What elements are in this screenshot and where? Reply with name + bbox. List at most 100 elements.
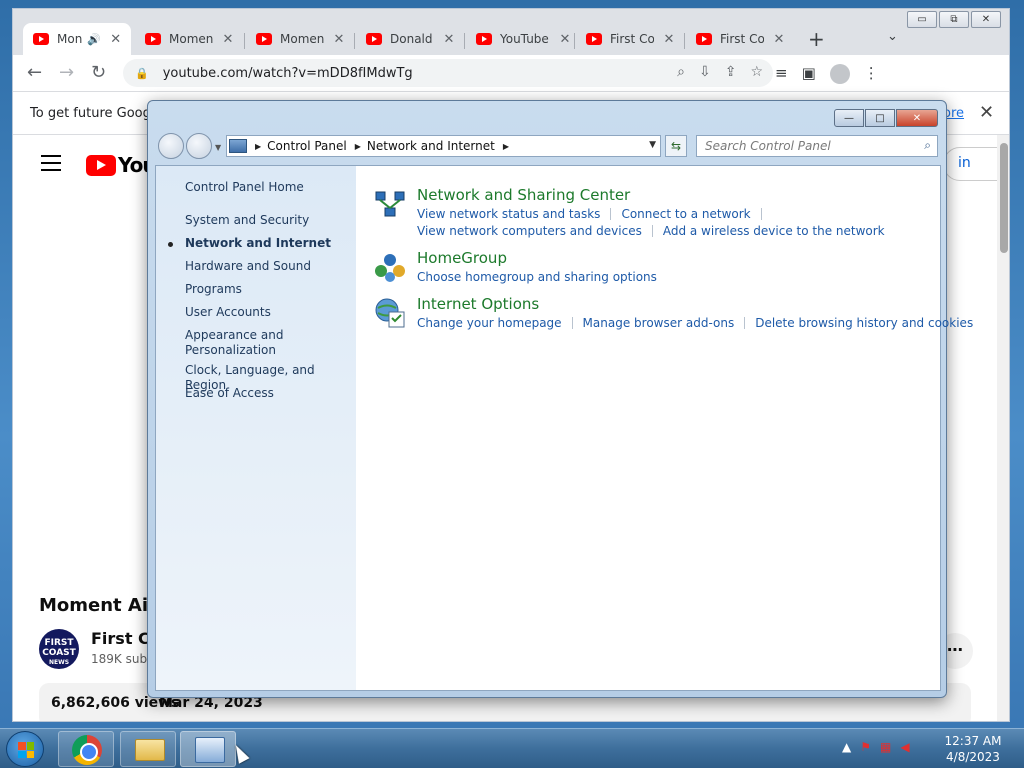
tab-label: First Coa: [610, 32, 654, 46]
category-title-network-sharing[interactable]: Network and Sharing Center: [417, 186, 630, 204]
link-connect-network[interactable]: Connect to a network: [621, 207, 750, 221]
tab-6[interactable]: First Coa ✕: [576, 23, 684, 55]
breadcrumb-network-and-internet[interactable]: Network and Internet: [367, 139, 495, 153]
sidebar-item-user-accounts[interactable]: User Accounts: [185, 305, 350, 320]
channel-avatar[interactable]: FIRST COAST NEWS: [39, 629, 79, 669]
system-tray: ▲ ⚑ ▦ ◀: [842, 740, 910, 754]
tab-divider: [684, 33, 685, 49]
taskbar-explorer-button[interactable]: [120, 731, 176, 767]
internet-options-icon[interactable]: [374, 297, 406, 329]
category-title-internet-options[interactable]: Internet Options: [417, 295, 539, 313]
back-button[interactable]: [158, 133, 184, 159]
tab-3[interactable]: Moment ✕: [246, 23, 354, 55]
tab-close-icon[interactable]: ✕: [662, 32, 676, 47]
tab-close-icon[interactable]: ✕: [772, 32, 786, 47]
youtube-favicon-icon: [476, 33, 492, 45]
audio-playing-icon[interactable]: 🔊: [87, 33, 101, 46]
tab-1[interactable]: Mon 🔊 ✕: [23, 23, 131, 55]
tab-close-icon[interactable]: ✕: [221, 32, 235, 47]
chrome-close-button[interactable]: ✕: [971, 11, 1001, 28]
cp-close-button[interactable]: ✕: [896, 109, 938, 127]
network-icon[interactable]: [374, 188, 406, 220]
volume-muted-icon[interactable]: ◀: [900, 740, 909, 754]
tab-4[interactable]: Donald T ✕: [356, 23, 464, 55]
sidebar-item-network-and-internet[interactable]: Network and Internet: [185, 236, 350, 251]
breadcrumb-arrow-icon[interactable]: ▶: [355, 142, 361, 151]
breadcrumb-arrow-icon[interactable]: ▶: [503, 142, 509, 151]
youtube-logo[interactable]: You: [86, 153, 157, 177]
breadcrumb-arrow-icon[interactable]: ▶: [255, 142, 261, 151]
search-icon[interactable]: ⌕: [924, 138, 931, 153]
taskbar-control-panel-button[interactable]: [180, 731, 236, 767]
info-bar-close-icon[interactable]: ✕: [979, 102, 994, 123]
address-url[interactable]: youtube.com/watch?v=mDD8fIMdwTg: [163, 66, 413, 81]
sidebar-item-system-and-security[interactable]: System and Security: [185, 213, 350, 228]
back-arrow-icon[interactable]: ←: [27, 62, 42, 83]
cp-main-panel: Network and Sharing Center View network …: [356, 166, 973, 690]
tab-label: Mon: [57, 32, 83, 46]
tab-5[interactable]: YouTube ✕: [466, 23, 574, 55]
forward-button[interactable]: [186, 133, 212, 159]
tab-close-icon[interactable]: ✕: [332, 32, 346, 47]
profile-avatar-icon[interactable]: [829, 64, 850, 84]
category-links-row: View network computers and devices Add a…: [417, 224, 885, 238]
address-dropdown-icon[interactable]: ▼: [649, 140, 656, 150]
install-app-icon[interactable]: ⇩: [699, 64, 711, 80]
link-manage-addons[interactable]: Manage browser add-ons: [583, 316, 735, 330]
side-panel-icon[interactable]: ▣: [802, 64, 816, 84]
action-center-icon[interactable]: ⚑: [860, 740, 871, 754]
sidebar-item-appearance[interactable]: Appearance and Personalization: [185, 328, 305, 358]
share-icon[interactable]: ⇪: [725, 64, 737, 80]
cp-search-input[interactable]: Search Control Panel ⌕: [696, 135, 938, 157]
homegroup-icon[interactable]: [374, 251, 406, 283]
link-add-wireless-device[interactable]: Add a wireless device to the network: [663, 224, 885, 238]
link-homegroup-options[interactable]: Choose homegroup and sharing options: [417, 270, 657, 284]
channel-logo-text: FIRST: [44, 638, 74, 648]
link-view-network-computers[interactable]: View network computers and devices: [417, 224, 642, 238]
tray-expand-icon[interactable]: ▲: [842, 740, 851, 754]
refresh-icon[interactable]: ⇆: [665, 135, 687, 157]
chrome-menu-icon[interactable]: ⋮: [864, 64, 879, 84]
start-button[interactable]: [6, 731, 44, 767]
bookmark-star-icon[interactable]: ☆: [750, 64, 763, 80]
forward-arrow-icon[interactable]: →: [59, 62, 74, 83]
category-title-homegroup[interactable]: HomeGroup: [417, 249, 507, 267]
cp-content: Control Panel Home System and Security N…: [155, 165, 973, 691]
tab-close-icon[interactable]: ✕: [109, 32, 123, 47]
taskbar-chrome-button[interactable]: [58, 731, 114, 767]
media-control-icon[interactable]: ≡: [775, 64, 788, 84]
system-clock[interactable]: 12:37 AM 4/8/2023: [938, 733, 1008, 765]
sidebar-item-programs[interactable]: Programs: [185, 282, 350, 297]
scrollbar-thumb[interactable]: [1000, 143, 1008, 253]
cp-maximize-button[interactable]: □: [865, 109, 895, 127]
reload-icon[interactable]: ↻: [91, 62, 106, 83]
chrome-restore-button[interactable]: ⧉: [939, 11, 969, 28]
lock-icon[interactable]: 🔒: [135, 67, 149, 80]
channel-subscribers: 189K subs: [91, 652, 154, 666]
tab-close-icon[interactable]: ✕: [558, 32, 572, 47]
tab-7[interactable]: First Coa ✕: [686, 23, 794, 55]
hamburger-menu-icon[interactable]: [41, 155, 61, 176]
sidebar-item-hardware-and-sound[interactable]: Hardware and Sound: [185, 259, 350, 274]
category-links-row: Change your homepage Manage browser add-…: [417, 316, 973, 330]
cp-address-bar[interactable]: ▶ Control Panel ▶ Network and Internet ▶…: [226, 135, 661, 157]
link-change-homepage[interactable]: Change your homepage: [417, 316, 562, 330]
page-scrollbar[interactable]: [997, 135, 1009, 721]
chrome-minimize-button[interactable]: ▭: [907, 11, 937, 28]
sidebar-item-ease-of-access[interactable]: Ease of Access: [185, 386, 350, 401]
link-separator: [610, 208, 612, 220]
cp-minimize-button[interactable]: —: [834, 109, 864, 127]
link-view-network-status[interactable]: View network status and tasks: [417, 207, 600, 221]
link-delete-history[interactable]: Delete browsing history and cookies: [755, 316, 973, 330]
sidebar-item-control-panel-home[interactable]: Control Panel Home: [185, 180, 350, 195]
tab-2[interactable]: Moment ✕: [135, 23, 243, 55]
breadcrumb-control-panel[interactable]: Control Panel: [267, 139, 347, 153]
network-status-icon[interactable]: ▦: [880, 740, 891, 754]
new-tab-button[interactable]: +: [808, 27, 825, 51]
tab-close-icon[interactable]: ✕: [442, 32, 456, 47]
zoom-search-icon[interactable]: ⌕: [677, 64, 685, 80]
taskbar: ▲ ⚑ ▦ ◀ 12:37 AM 4/8/2023: [0, 728, 1024, 768]
address-bar[interactable]: 🔒 youtube.com/watch?v=mDD8fIMdwTg ⌕ ⇩ ⇪ …: [123, 59, 773, 87]
tab-search-chevron-icon[interactable]: ⌄: [887, 29, 898, 44]
recent-pages-chevron-icon[interactable]: ▼: [215, 143, 221, 152]
